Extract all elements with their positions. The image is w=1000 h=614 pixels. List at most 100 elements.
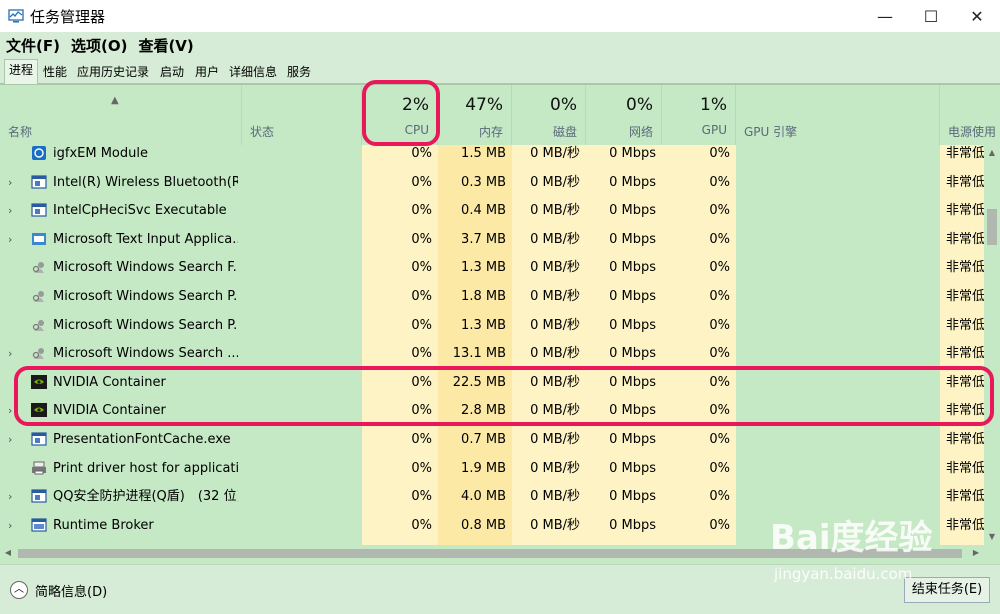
menu-file[interactable]: 文件(F): [6, 35, 60, 56]
table-row[interactable]: › IntelCpHeciSvc Executable 0% 0.4 MB 0 MB/秒…: [0, 196, 984, 225]
table-row[interactable]: › PresentationFontCache.exe 0% 0.7 MB 0 MB/秒…: [0, 425, 984, 454]
column-cpu-label: CPU: [404, 123, 429, 137]
gpu-value: 0%: [709, 489, 730, 505]
disk-value: 0 MB/秒: [530, 460, 580, 476]
column-status-label: 状态: [250, 125, 275, 139]
search-person-icon: [32, 348, 44, 360]
network-value: 0 Mbps: [609, 346, 656, 362]
menu-view[interactable]: 查看(V): [138, 35, 193, 56]
table-row[interactable]: Microsoft Windows Search P... 0% 1.3 MB 0 M…: [0, 311, 984, 340]
cpu-value: 0%: [411, 231, 432, 247]
column-power-label: 电源使用: [948, 125, 997, 139]
tab-details[interactable]: 详细信息: [224, 61, 282, 84]
scroll-left-icon[interactable]: ◀: [0, 545, 16, 561]
table-row[interactable]: › QQ安全防护进程(Q盾) (32 位) 0% 4.0 MB 0 MB/秒 0 Mbps…: [0, 482, 984, 511]
fewer-details-link[interactable]: 简略信息(D): [35, 581, 107, 600]
gpu-value: 0%: [709, 346, 730, 362]
horizontal-scroll-thumb[interactable]: [18, 549, 962, 558]
table-row[interactable]: › Intel(R) Wireless Bluetooth(R... 0% 0.3 M…: [0, 168, 984, 197]
vertical-scroll-thumb[interactable]: [987, 209, 997, 245]
column-status[interactable]: 状态: [242, 85, 362, 145]
vertical-scrollbar[interactable]: ▲ ▼: [984, 145, 1000, 545]
scroll-up-icon[interactable]: ▲: [984, 145, 1000, 161]
column-network[interactable]: 0% 网络: [586, 85, 662, 145]
power-value: 非常低: [946, 374, 984, 390]
disk-value: 0 MB/秒: [530, 317, 580, 333]
tab-users[interactable]: 用户: [190, 61, 224, 84]
disk-value: 0 MB/秒: [530, 203, 580, 219]
network-total: 0%: [626, 95, 653, 115]
cpu-value: 0%: [411, 174, 432, 190]
disk-value: 0 MB/秒: [530, 517, 580, 533]
maximize-button[interactable]: ☐: [908, 0, 954, 32]
table-row[interactable]: Microsoft Windows Search F... 0% 1.3 MB 0 M…: [0, 253, 984, 282]
scroll-right-icon[interactable]: ▶: [968, 545, 984, 561]
menu-options[interactable]: 选项(O): [71, 35, 127, 56]
window-title: 任务管理器: [30, 7, 106, 26]
network-value: 0 Mbps: [609, 203, 656, 219]
tab-processes[interactable]: 进程: [4, 59, 39, 85]
task-manager-icon: [8, 9, 24, 23]
process-name: Runtime Broker: [53, 517, 154, 533]
cpu-value: 0%: [411, 203, 432, 219]
search-person-icon: [32, 291, 44, 302]
process-name: Microsoft Windows Search P...: [53, 289, 238, 304]
tab-performance[interactable]: 性能: [38, 61, 72, 84]
table-row[interactable]: › Microsoft Text Input Applica... 0% 3.7 MB…: [0, 225, 984, 254]
network-value: 0 Mbps: [609, 146, 656, 161]
column-power[interactable]: 电源使用: [940, 85, 1000, 145]
column-memory[interactable]: 47% 内存: [438, 85, 512, 145]
end-task-button[interactable]: 结束任务(E): [904, 577, 990, 603]
tab-startup[interactable]: 启动: [155, 61, 189, 84]
gpu-value: 0%: [709, 374, 730, 390]
cpu-value: 0%: [411, 403, 432, 419]
scroll-down-icon[interactable]: ▼: [984, 529, 1000, 545]
table-row[interactable]: NVIDIA Container 0% 22.5 MB 0 MB/秒 0 Mbps 0% 非…: [0, 368, 984, 397]
expand-chevron-icon[interactable]: ›: [8, 396, 12, 425]
chevron-up-icon[interactable]: ︿: [10, 581, 28, 599]
text-input-icon: [32, 232, 46, 245]
column-gpu[interactable]: 1% GPU: [662, 85, 736, 145]
power-value: 非常低: [946, 317, 984, 333]
network-value: 0 Mbps: [609, 460, 656, 476]
cpu-total: 2%: [402, 95, 429, 115]
memory-value: 1.3 MB: [461, 317, 506, 333]
memory-value: 22.5 MB: [452, 374, 506, 390]
table-row[interactable]: › NVIDIA Container 0% 2.8 MB 0 MB/秒 0 Mbps 0% 非…: [0, 396, 984, 425]
table-row[interactable]: › Microsoft Windows Search ... 0% 13.1 MB 0 …: [0, 339, 984, 368]
memory-value: 3.7 MB: [461, 231, 506, 247]
cpu-value: 0%: [411, 517, 432, 533]
disk-value: 0 MB/秒: [530, 231, 580, 247]
network-value: 0 Mbps: [609, 231, 656, 247]
expand-chevron-icon[interactable]: ›: [8, 339, 12, 368]
tab-app-history[interactable]: 应用历史记录: [72, 61, 154, 84]
network-value: 0 Mbps: [609, 517, 656, 533]
gpu-value: 0%: [709, 317, 730, 333]
expand-chevron-icon[interactable]: ›: [8, 196, 12, 225]
disk-value: 0 MB/秒: [530, 289, 580, 304]
table-row[interactable]: Print driver host for applicati... 0% 1.9 …: [0, 454, 984, 483]
expand-chevron-icon[interactable]: ›: [8, 225, 12, 254]
title-bar: 任务管理器 — ☐ ✕: [0, 0, 1000, 32]
expand-chevron-icon[interactable]: ›: [8, 511, 12, 540]
network-value: 0 Mbps: [609, 260, 656, 276]
expand-chevron-icon[interactable]: ›: [8, 425, 12, 454]
column-name[interactable]: ▲ 名称: [0, 85, 242, 145]
process-list: ▲ 名称 状态 2% CPU 47% 内存 0% 磁盘 0% 网络 1% GPU…: [0, 84, 1000, 564]
table-row[interactable]: igfxEM Module 0% 1.5 MB 0 MB/秒 0 Mbps 0% 非常低: [0, 145, 984, 168]
close-button[interactable]: ✕: [954, 0, 1000, 32]
tab-services[interactable]: 服务: [282, 61, 316, 84]
horizontal-scrollbar[interactable]: ◀ ▶: [0, 545, 984, 561]
table-row[interactable]: Microsoft Windows Search P... 0% 1.8 MB 0 M…: [0, 282, 984, 311]
column-header: ▲ 名称 状态 2% CPU 47% 内存 0% 磁盘 0% 网络 1% GPU…: [0, 85, 1000, 145]
column-cpu[interactable]: 2% CPU: [362, 85, 438, 145]
network-value: 0 Mbps: [609, 317, 656, 333]
network-value: 0 Mbps: [609, 489, 656, 505]
table-row[interactable]: › Runtime Broker 0% 0.8 MB 0 MB/秒 0 Mbps 0% 非常低: [0, 511, 984, 540]
column-gpu-engine[interactable]: GPU 引擎: [736, 85, 940, 145]
expand-chevron-icon[interactable]: ›: [8, 168, 12, 197]
minimize-button[interactable]: —: [862, 0, 908, 32]
process-name: QQ安全防护进程(Q盾) (32 位): [53, 489, 238, 505]
expand-chevron-icon[interactable]: ›: [8, 482, 12, 511]
column-disk[interactable]: 0% 磁盘: [512, 85, 586, 145]
